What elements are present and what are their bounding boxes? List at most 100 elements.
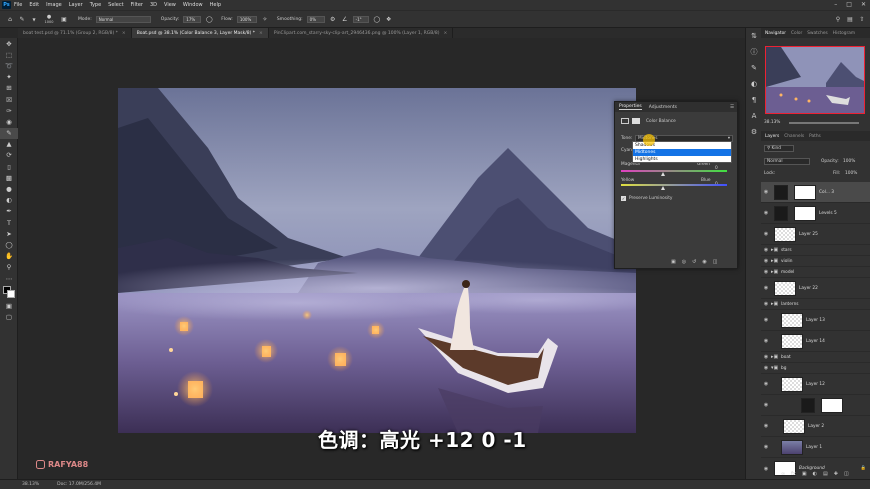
navigator-preview[interactable]: [765, 46, 865, 114]
eye-icon[interactable]: ◉: [761, 247, 771, 253]
slider-thumb[interactable]: [661, 172, 665, 176]
home-icon[interactable]: ⌂: [6, 15, 14, 23]
eye-icon[interactable]: ◉: [761, 269, 771, 275]
layer-fill[interactable]: 100%: [845, 171, 857, 176]
slider-thumb[interactable]: [661, 186, 665, 190]
character-icon[interactable]: A: [746, 108, 762, 124]
menu-image[interactable]: Image: [46, 2, 62, 8]
paragraph-icon[interactable]: ¶: [746, 92, 762, 108]
menu-3d[interactable]: 3D: [150, 2, 157, 8]
screen-mode-icon[interactable]: ▢: [0, 311, 18, 322]
eye-icon[interactable]: ◉: [761, 301, 771, 307]
symmetry-icon[interactable]: ❖: [385, 15, 393, 23]
eye-icon[interactable]: ◉: [761, 210, 771, 216]
group-row[interactable]: ◉ ▸▣ violin: [761, 256, 870, 267]
close-icon[interactable]: ×: [259, 31, 263, 36]
brush-tool-icon[interactable]: ✎: [0, 127, 18, 139]
layer-row[interactable]: ◉: [761, 395, 870, 416]
layer-row[interactable]: ◉ Col... 3: [761, 182, 870, 203]
dropdown-option[interactable]: Midtones: [633, 149, 731, 156]
tab-boat[interactable]: Boat.psd @ 38.1% (Color Balance 3, Layer…: [131, 28, 269, 38]
eye-icon[interactable]: ◉: [761, 317, 771, 323]
frame-tool-icon[interactable]: ☒: [0, 94, 18, 105]
airbrush-icon[interactable]: ✧: [261, 15, 269, 23]
trash-icon[interactable]: ◫: [713, 259, 718, 265]
move-tool-icon[interactable]: ✥: [0, 38, 18, 49]
group-row[interactable]: ◉ ▸▣ stars: [761, 245, 870, 256]
zoom-tool-icon[interactable]: ⚲: [0, 262, 18, 273]
dodge-icon[interactable]: ◐: [0, 195, 18, 206]
menu-file[interactable]: File: [14, 2, 22, 8]
hand-tool-icon[interactable]: ✋: [0, 251, 18, 262]
history-brush-icon[interactable]: ⟳: [0, 150, 18, 161]
crop-tool-icon[interactable]: ⊞: [0, 83, 18, 94]
color-swatches-icon[interactable]: [0, 284, 18, 300]
shape-tool-icon[interactable]: ◯: [0, 239, 18, 250]
type-tool-icon[interactable]: T: [0, 217, 18, 228]
eyedropper-icon[interactable]: ✑: [0, 105, 18, 116]
view-previous-icon[interactable]: ◎: [682, 259, 686, 265]
pressure-opacity-icon[interactable]: ◯: [205, 15, 213, 23]
eye-icon[interactable]: ◉: [761, 365, 771, 371]
brush-preset-icon[interactable]: ● 1000: [42, 14, 56, 24]
eye-icon[interactable]: ◉: [761, 354, 771, 360]
glyphs-icon[interactable]: ⚙: [746, 124, 762, 140]
close-icon[interactable]: ×: [443, 31, 447, 36]
group-row[interactable]: ◉ ▸▣ boat: [761, 352, 870, 363]
fx-icon[interactable]: fx: [791, 471, 796, 477]
search-icon[interactable]: ⚲: [834, 15, 842, 23]
eye-icon[interactable]: ◉: [761, 423, 771, 429]
adjustments-icon[interactable]: ◐: [746, 76, 762, 92]
dropdown-option[interactable]: Highlights: [633, 156, 731, 163]
eye-icon[interactable]: ◉: [761, 189, 771, 195]
trash-icon[interactable]: ◫: [844, 471, 849, 477]
group-row[interactable]: ◉ ▾▣ bg: [761, 363, 870, 374]
eye-icon[interactable]: ◉: [761, 444, 771, 450]
menu-view[interactable]: View: [164, 2, 176, 8]
maximize-icon[interactable]: □: [846, 1, 852, 8]
minimize-icon[interactable]: –: [834, 1, 837, 8]
folder-icon[interactable]: ▸▣: [771, 247, 781, 253]
new-layer-icon[interactable]: ✚: [834, 471, 838, 477]
path-select-icon[interactable]: ➤: [0, 228, 18, 239]
layer-row[interactable]: ◉ Levels 5: [761, 203, 870, 224]
smoothing-field[interactable]: 0%: [306, 15, 325, 23]
kind-filter[interactable]: ⚲ Kind: [764, 145, 794, 152]
tab-histogram[interactable]: Histogram: [833, 31, 855, 36]
new-group-icon[interactable]: ▤: [823, 471, 828, 477]
layer-row[interactable]: ◉ Layer 14: [761, 331, 870, 352]
tab-boat-test[interactable]: boat test.psd @ 71.1% (Group 2, RGB/8) *…: [18, 28, 132, 38]
folder-open-icon[interactable]: ▾▣: [771, 365, 781, 371]
layer-row[interactable]: ◉ Layer 2: [761, 416, 870, 437]
mode-select[interactable]: Normal: [95, 15, 151, 23]
tab-navigator[interactable]: Navigator: [765, 31, 786, 36]
angle-icon[interactable]: ∠: [341, 15, 349, 23]
visibility-icon[interactable]: ◉: [702, 259, 706, 265]
nav-zoom[interactable]: 38.13%: [764, 120, 780, 125]
folder-icon[interactable]: ▸▣: [771, 301, 781, 307]
clone-stamp-icon[interactable]: ▲: [0, 139, 18, 150]
folder-icon[interactable]: ▸▣: [771, 354, 781, 360]
new-adjustment-icon[interactable]: ◐: [813, 471, 817, 477]
reset-icon[interactable]: ↺: [692, 259, 696, 265]
flow-field[interactable]: 100%: [236, 15, 257, 23]
tab-layers[interactable]: Layers: [765, 134, 779, 139]
group-row[interactable]: ◉ ▸▣ model: [761, 267, 870, 278]
layer-row[interactable]: ◉ Layer 22: [761, 278, 870, 299]
eye-icon[interactable]: ◉: [761, 402, 771, 408]
chevron-down-icon[interactable]: ▼: [30, 15, 38, 23]
tab-paths[interactable]: Paths: [809, 134, 821, 139]
pen-tool-icon[interactable]: ✒: [0, 206, 18, 217]
more-tools-icon[interactable]: ⋯: [0, 273, 18, 284]
yellow-blue-slider[interactable]: [621, 184, 727, 186]
layer-row[interactable]: ◉ Layer 13: [761, 310, 870, 331]
eye-icon[interactable]: ◉: [761, 231, 771, 237]
brush-settings-icon[interactable]: ▣: [60, 15, 68, 23]
layer-row[interactable]: ◉ Layer 12: [761, 374, 870, 395]
brush-tool-icon[interactable]: ✎: [18, 15, 26, 23]
layer-row[interactable]: ◉ Layer 1: [761, 437, 870, 458]
gear-icon[interactable]: ⚙: [329, 15, 337, 23]
document-canvas[interactable]: [118, 88, 636, 433]
zoom-level[interactable]: 38.13%: [22, 482, 39, 487]
folder-icon[interactable]: ▸▣: [771, 258, 781, 264]
